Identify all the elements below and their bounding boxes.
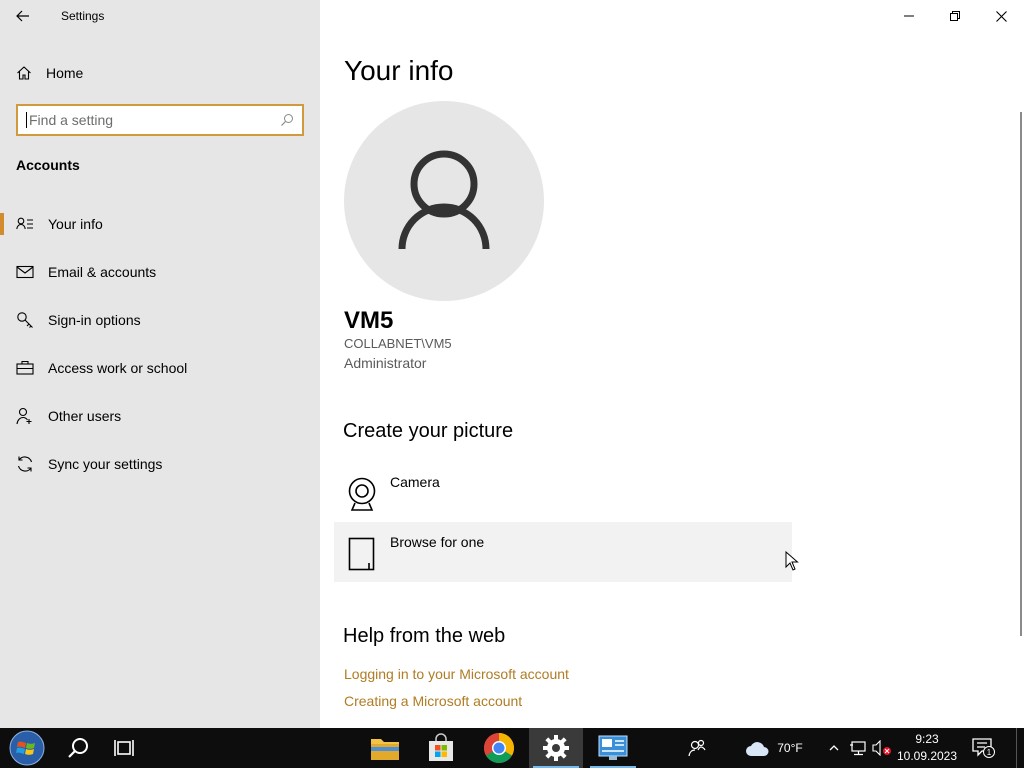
network-tray[interactable] <box>846 728 870 768</box>
text-caret <box>26 112 27 128</box>
briefcase-icon <box>16 359 34 377</box>
network-icon <box>850 741 866 756</box>
taskbar: 70°F 9:23 10.09.2023 1 <box>0 728 1024 768</box>
person-add-icon <box>16 407 34 425</box>
window-controls <box>886 0 1024 32</box>
taskbar-settings[interactable] <box>529 728 583 768</box>
sidebar: Settings Home Accounts Your info Email &… <box>0 0 320 728</box>
start-button[interactable] <box>0 728 54 768</box>
search-icon[interactable] <box>280 113 294 127</box>
sync-icon <box>16 455 34 473</box>
people-button[interactable] <box>680 728 714 768</box>
avatar <box>344 101 544 301</box>
titlebar-left: Settings <box>0 0 320 32</box>
gear-icon <box>543 735 569 761</box>
show-desktop-button[interactable] <box>1016 728 1024 768</box>
taskbar-file-explorer[interactable] <box>360 728 410 768</box>
minimize-icon <box>904 15 914 17</box>
search-icon <box>68 738 88 758</box>
task-view-button[interactable] <box>102 728 148 768</box>
action-center-button[interactable]: 1 <box>968 728 998 768</box>
help-heading: Help from the web <box>343 625 506 647</box>
weather-temp: 70°F <box>777 741 803 755</box>
minimize-button[interactable] <box>886 0 932 32</box>
section-title: Accounts <box>16 157 80 173</box>
chevron-up-icon <box>829 745 839 751</box>
taskbar-control-panel[interactable] <box>586 728 640 768</box>
cloud-icon <box>746 742 769 756</box>
home-icon <box>17 66 31 80</box>
volume-muted-icon <box>872 740 891 756</box>
sidebar-item-label: Other users <box>48 408 122 424</box>
sidebar-item-label: Access work or school <box>48 360 188 376</box>
close-button[interactable] <box>978 0 1024 32</box>
user-domain: COLLABNET\VM5 <box>344 336 452 351</box>
sidebar-item-sign-in-options[interactable]: Sign-in options <box>0 296 320 344</box>
clock-time: 9:23 <box>915 732 939 746</box>
search-input[interactable] <box>29 112 280 128</box>
camera-option[interactable]: Camera <box>334 462 792 522</box>
help-link-logging-in[interactable]: Logging in to your Microsoft account <box>344 666 569 682</box>
sidebar-item-label: Sign-in options <box>48 312 141 328</box>
weather-widget[interactable]: 70°F <box>738 728 810 768</box>
back-button[interactable] <box>0 0 46 32</box>
folder-icon <box>371 739 399 760</box>
main-pane: Your info VM5 COLLABNET\VM5 Administrato… <box>320 0 1024 728</box>
sidebar-item-access-work[interactable]: Access work or school <box>0 344 320 392</box>
show-hidden-icons[interactable] <box>826 728 842 768</box>
browse-label: Browse for one <box>390 534 485 550</box>
camera-icon <box>344 476 380 512</box>
sidebar-item-label: Email & accounts <box>48 264 157 280</box>
task-view-icon <box>114 740 134 756</box>
file-icon <box>344 536 380 572</box>
app-title: Settings <box>61 9 105 23</box>
user-role: Administrator <box>344 355 427 371</box>
person-icon <box>398 150 490 250</box>
volume-tray[interactable] <box>870 728 894 768</box>
sidebar-item-your-info[interactable]: Your info <box>0 200 320 248</box>
mail-icon <box>16 263 34 281</box>
restore-button[interactable] <box>932 0 978 32</box>
camera-label: Camera <box>390 474 440 490</box>
control-panel-icon <box>598 735 628 760</box>
notification-icon: 1 <box>972 738 995 758</box>
close-icon <box>995 10 1007 22</box>
person-list-icon <box>16 215 34 233</box>
people-icon <box>688 739 706 757</box>
taskbar-clock[interactable]: 9:23 10.09.2023 <box>892 731 962 765</box>
sidebar-item-email-accounts[interactable]: Email & accounts <box>0 248 320 296</box>
taskbar-chrome[interactable] <box>474 728 524 768</box>
windows-orb-icon <box>9 730 45 766</box>
search-box[interactable] <box>16 104 304 136</box>
mouse-cursor-icon <box>785 551 799 571</box>
store-icon <box>429 733 453 761</box>
vertical-scrollbar[interactable] <box>1020 112 1022 636</box>
sidebar-nav: Your info Email & accounts Sign-in optio… <box>0 200 320 488</box>
chrome-icon <box>483 733 515 764</box>
page-title: Your info <box>344 55 454 86</box>
help-link-create-account[interactable]: Creating a Microsoft account <box>344 693 522 709</box>
sidebar-item-label: Your info <box>48 216 103 232</box>
back-arrow-icon <box>16 10 29 22</box>
search-taskbar-button[interactable] <box>56 728 100 768</box>
sidebar-item-other-users[interactable]: Other users <box>0 392 320 440</box>
sidebar-item-sync-settings[interactable]: Sync your settings <box>0 440 320 488</box>
key-icon <box>16 311 34 329</box>
create-picture-heading: Create your picture <box>343 420 514 442</box>
user-name: VM5 <box>344 307 394 334</box>
browse-option[interactable]: Browse for one <box>334 522 792 582</box>
sidebar-item-label: Sync your settings <box>48 456 163 472</box>
clock-date: 10.09.2023 <box>896 749 958 763</box>
notification-count: 1 <box>987 748 992 757</box>
home-link[interactable]: Home <box>16 60 83 86</box>
home-label: Home <box>46 65 84 81</box>
taskbar-store[interactable] <box>416 728 466 768</box>
restore-icon <box>950 11 960 21</box>
